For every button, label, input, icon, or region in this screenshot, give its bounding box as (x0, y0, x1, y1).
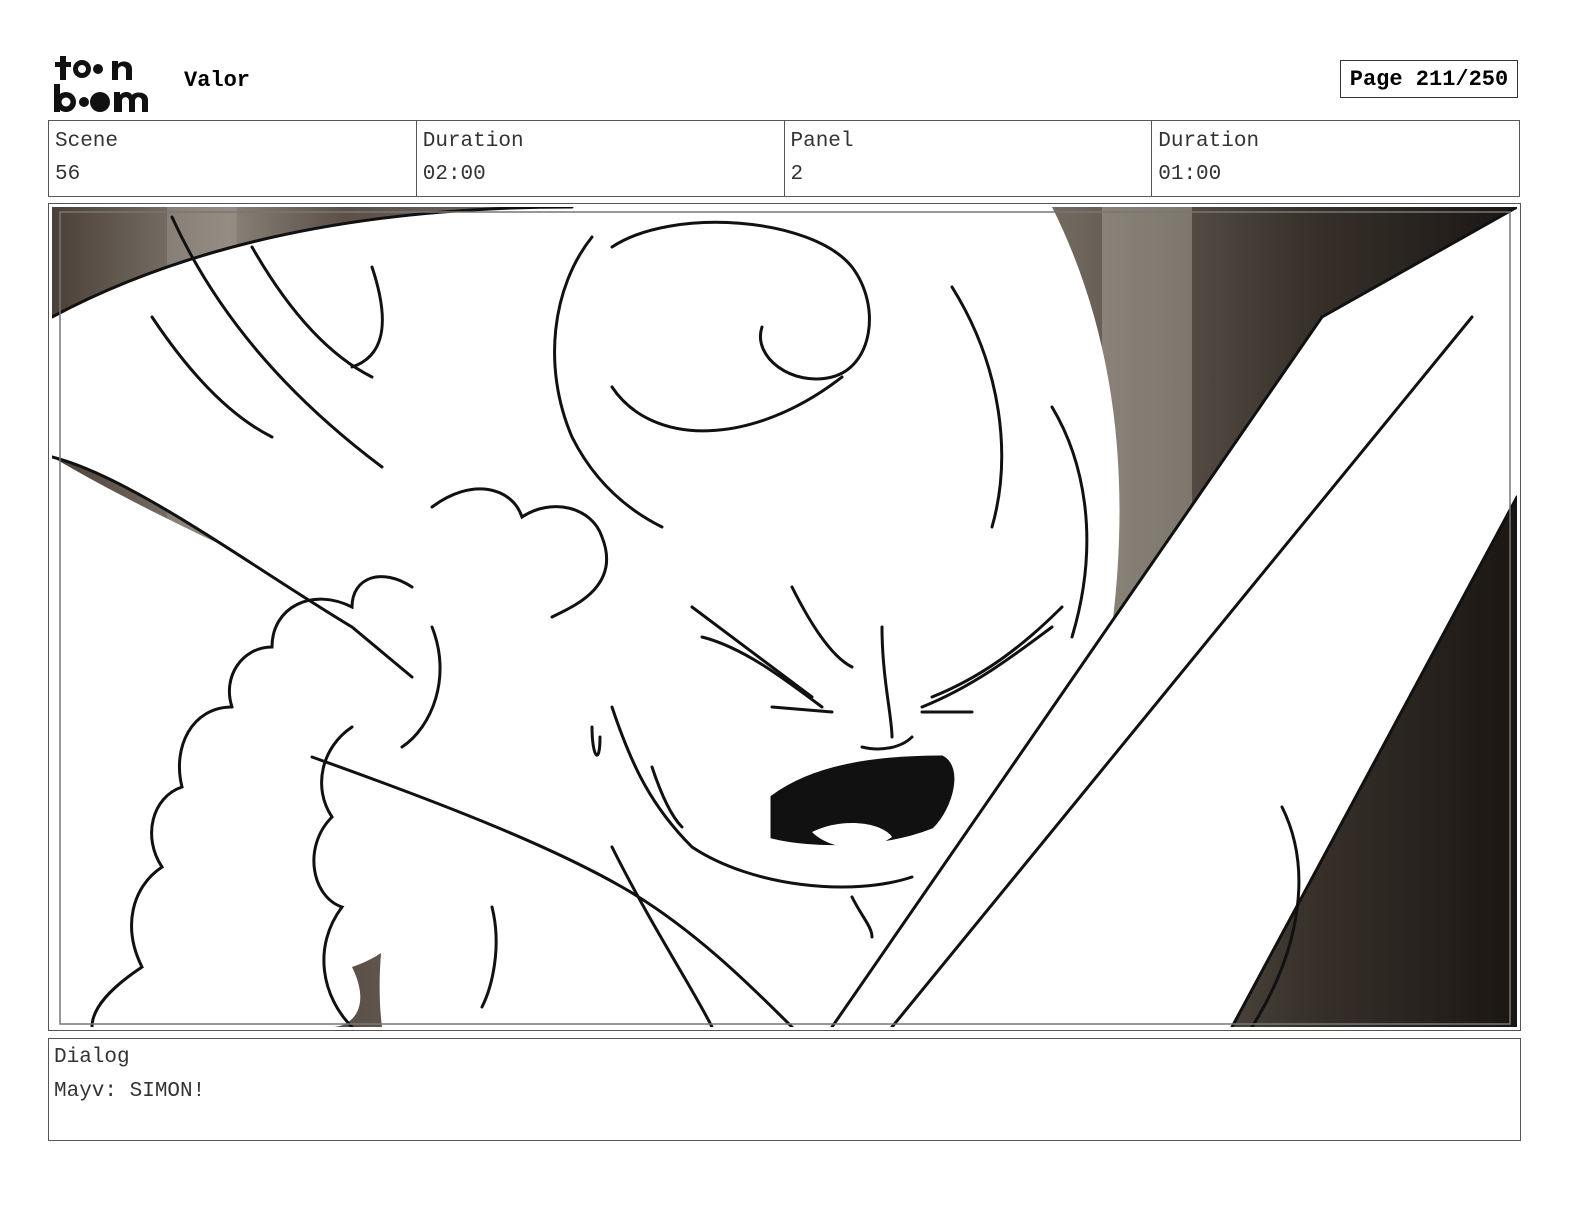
scene-label: Scene (55, 130, 119, 153)
scene-cell: Scene 56 (49, 121, 417, 196)
scene-duration-value: 02:00 (422, 163, 486, 186)
scene-value: 56 (55, 163, 81, 186)
storyboard-panel (48, 203, 1521, 1031)
panel-duration-value: 01:00 (1158, 163, 1222, 186)
storyboard-sketch-image (52, 207, 1517, 1027)
scene-info-table: Scene 56 Duration 02:00 Panel 2 Duration… (48, 120, 1520, 197)
toon-boom-logo (54, 56, 148, 112)
panel-value: 2 (790, 163, 804, 186)
panel-duration-cell: Duration 01:00 (1152, 121, 1519, 196)
panel-duration-label: Duration (1158, 130, 1260, 153)
page-number: Page 211/250 (1340, 60, 1518, 98)
scene-duration-label: Duration (422, 130, 524, 153)
dialog-label: Dialog (54, 1046, 130, 1069)
panel-cell: Panel 2 (785, 121, 1153, 196)
project-title: Valor (184, 68, 251, 93)
dialog-box: Dialog Mayv: SIMON! (48, 1038, 1521, 1141)
dialog-text: Mayv: SIMON! (54, 1080, 206, 1103)
panel-label: Panel (790, 130, 854, 153)
scene-duration-cell: Duration 02:00 (417, 121, 785, 196)
